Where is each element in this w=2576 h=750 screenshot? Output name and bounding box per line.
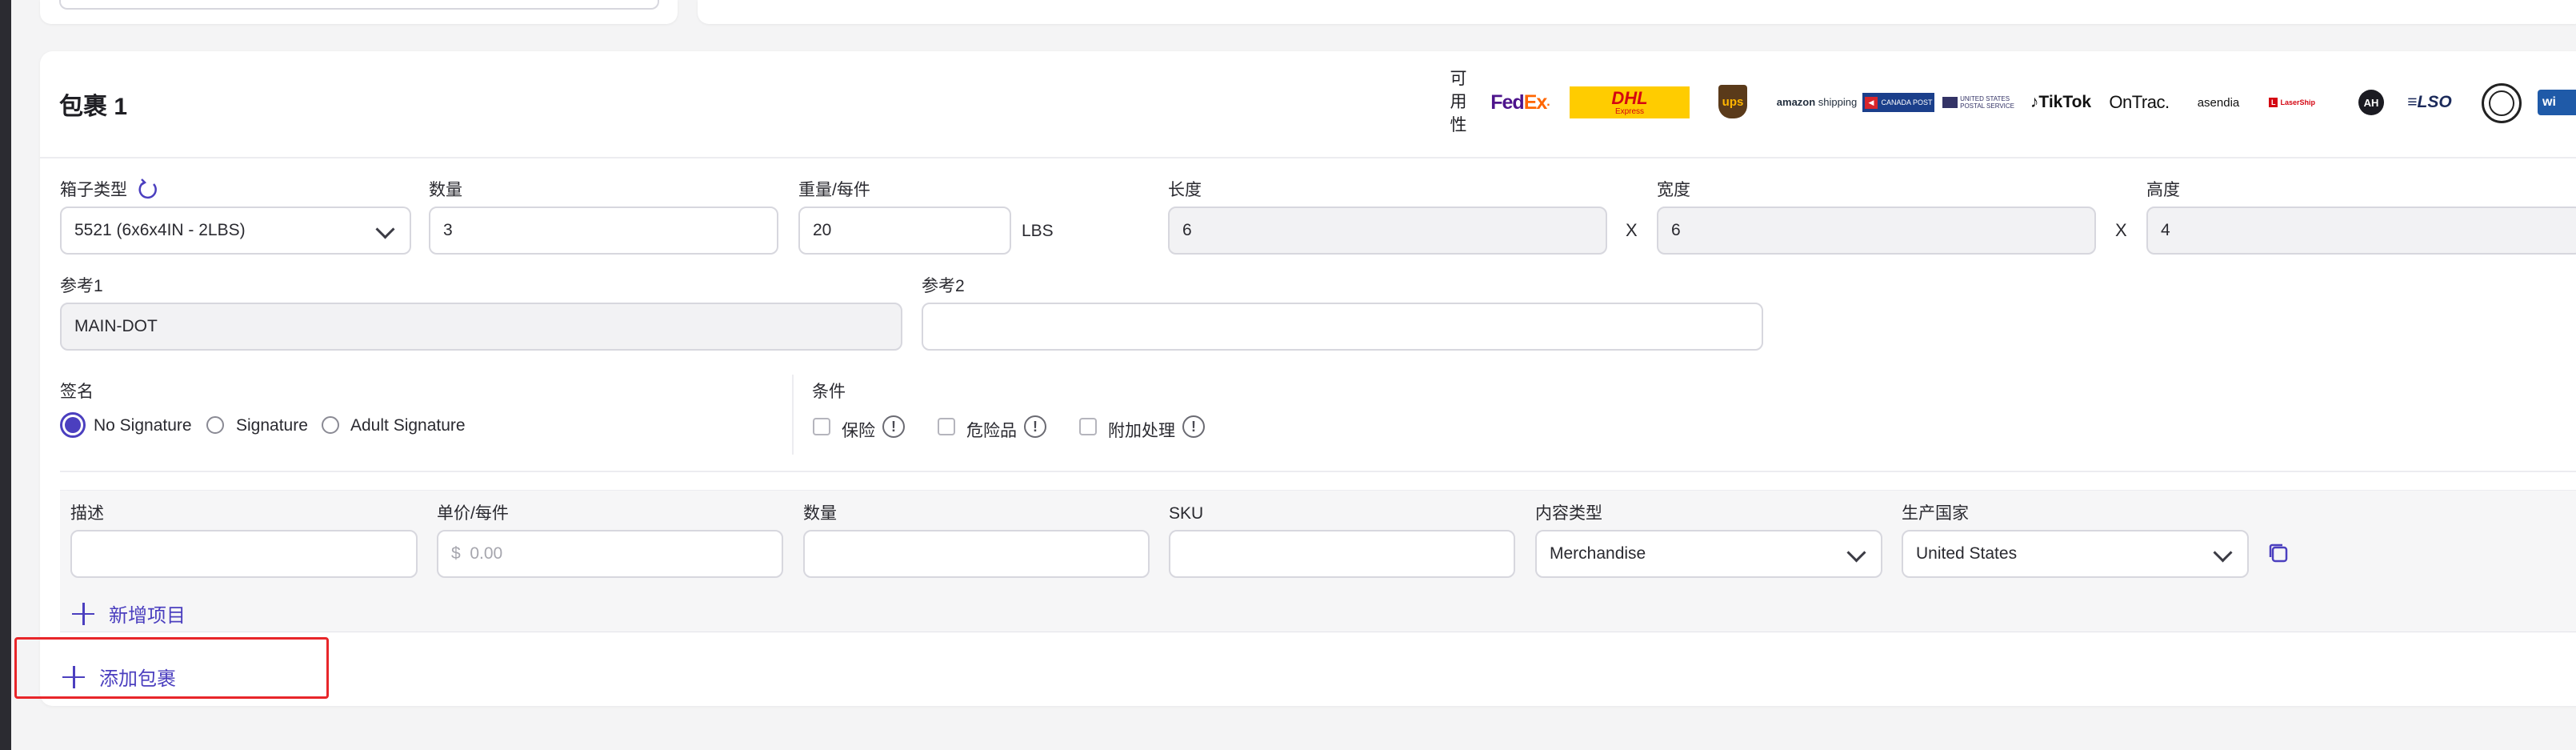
insurance-info-icon[interactable]: ! (882, 415, 905, 438)
reference2-input[interactable] (922, 303, 1763, 351)
option-adult-signature: Adult Signature (350, 416, 466, 435)
unit-price-label: 单价/每件 (437, 504, 509, 523)
items-divider (60, 471, 2576, 472)
box-type-label: 箱子类型 (60, 181, 127, 199)
origin-country-select[interactable]: United States (1902, 530, 2249, 578)
dhl-logo: DHL Express (1570, 86, 1690, 118)
quantity-label: 数量 (429, 181, 462, 199)
radio-signature[interactable] (206, 416, 224, 434)
amazon-shipping-logo: amazon shipping (1776, 95, 1858, 108)
conditions-label: 条件 (812, 383, 846, 401)
plus-icon (72, 602, 94, 625)
top-left-field[interactable] (59, 0, 659, 10)
content-type-select[interactable]: Merchandise (1535, 530, 1882, 578)
insurance-checkbox[interactable] (813, 418, 830, 435)
section-divider (792, 375, 794, 455)
package-title: 包裹 1 (59, 94, 128, 120)
content-type-label: 内容类型 (1535, 504, 1602, 523)
ups-logo: ups (1718, 85, 1747, 118)
option-signature: Signature (236, 416, 308, 435)
weight-input[interactable]: 20 (798, 207, 1011, 255)
canada-post-logo: ◀ CANADA POST (1862, 93, 1934, 112)
sku-input[interactable] (1169, 530, 1515, 578)
weight-label: 重量/每件 (798, 181, 870, 199)
radio-adult-signature[interactable] (322, 416, 339, 434)
highlight-box (14, 637, 329, 699)
usps-logo: UNITED STATES POSTAL SERVICE (1942, 93, 2014, 112)
origin-country-label: 生产国家 (1902, 504, 1969, 523)
insurance-label: 保险 (842, 422, 875, 440)
length-label: 长度 (1168, 181, 1202, 199)
additional-handling-info-icon[interactable]: ! (1182, 415, 1205, 438)
height-label: 高度 (2146, 181, 2180, 199)
fedex-logo: Fed Ex. (1490, 90, 1550, 114)
tiktok-logo: ♪TikTok (2030, 93, 2092, 111)
times-symbol-2: X (2115, 220, 2127, 240)
unit-price-input[interactable]: $ 0.00 (437, 530, 783, 578)
ontrac-logo: OnTrac. (2109, 92, 2170, 112)
width-input[interactable]: 6 (1657, 207, 2096, 255)
reference1-input[interactable]: MAIN-DOT (60, 303, 902, 351)
add-item-label: 新增项目 (109, 605, 186, 627)
additional-handling-checkbox[interactable] (1079, 418, 1097, 435)
reference1-label: 参考1 (60, 277, 103, 295)
option-no-signature: No Signature (94, 416, 192, 435)
reference2-label: 参考2 (922, 277, 965, 295)
height-input[interactable]: 4 (2146, 207, 2576, 255)
signature-label: 签名 (60, 383, 94, 401)
partial-carrier-logo: wi (2538, 90, 2576, 115)
description-input[interactable] (70, 530, 418, 578)
round-seal-logo (2482, 83, 2522, 123)
header-divider (40, 157, 2576, 158)
width-label: 宽度 (1657, 181, 1690, 199)
refresh-icon[interactable] (136, 178, 160, 202)
copy-icon[interactable] (2268, 543, 2289, 564)
dangerous-goods-label: 危险品 (966, 422, 1017, 440)
add-item-button[interactable]: 新增项目 (72, 600, 186, 628)
dangerous-goods-info-icon[interactable]: ! (1024, 415, 1046, 438)
quantity-input[interactable]: 3 (429, 207, 778, 255)
times-symbol-1: X (1626, 220, 1638, 240)
sku-label: SKU (1169, 504, 1204, 523)
lso-logo: ≡LSO (2407, 93, 2452, 111)
box-type-select[interactable]: 5521 (6x6x4IN - 2LBS) (60, 207, 411, 255)
ah-logo: AH (2358, 90, 2384, 115)
dangerous-goods-checkbox[interactable] (938, 418, 955, 435)
description-label: 描述 (70, 504, 104, 523)
availability-label: 可用性 (1450, 70, 1467, 134)
left-edge-bar (0, 0, 11, 750)
lasership-logo: L LaserShip (2264, 93, 2320, 112)
radio-no-signature[interactable] (60, 412, 86, 438)
item-quantity-input[interactable] (803, 530, 1150, 578)
top-right-card (698, 0, 2576, 24)
weight-unit: LBS (1022, 222, 1054, 240)
asendia-logo: asendia (2197, 95, 2240, 110)
additional-handling-label: 附加处理 (1108, 422, 1175, 440)
length-input[interactable]: 6 (1168, 207, 1607, 255)
item-quantity-label: 数量 (803, 504, 837, 523)
